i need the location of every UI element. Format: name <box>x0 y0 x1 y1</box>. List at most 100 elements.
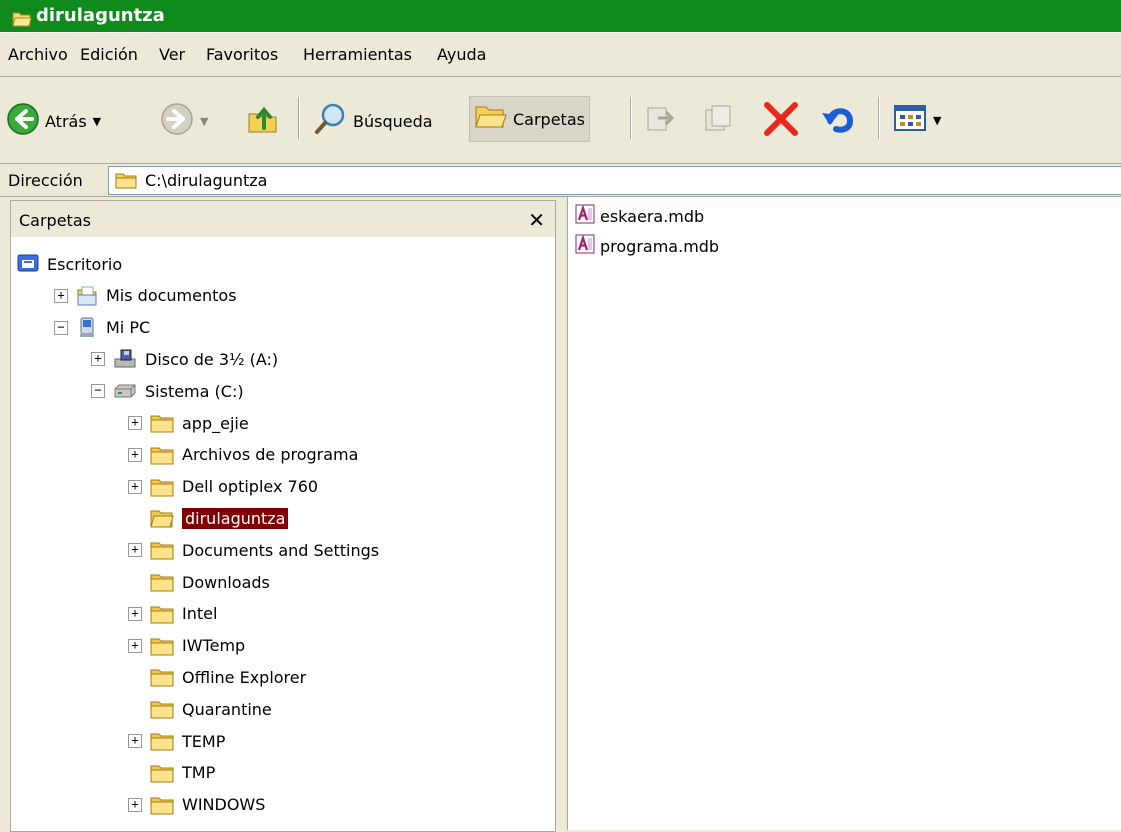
file-item[interactable]: programa.mdb <box>574 233 719 259</box>
folder-icon <box>150 795 174 815</box>
forward-dropdown-arrow-icon[interactable]: ▼ <box>200 115 208 128</box>
back-arrow-icon <box>6 102 40 140</box>
forward-arrow-icon <box>160 102 194 140</box>
file-list-pane: eskaera.mdb programa.mdb <box>567 197 1121 830</box>
pane-splitter[interactable] <box>558 197 566 830</box>
expand-icon[interactable]: + <box>128 416 142 430</box>
tree-item[interactable]: + Documents and Settings <box>128 535 379 565</box>
tree-item[interactable]: + TEMP <box>128 726 225 756</box>
menu-favoritos[interactable]: Favoritos <box>206 45 278 64</box>
menu-ver[interactable]: Ver <box>159 45 185 64</box>
delete-icon <box>762 101 800 141</box>
expand-icon[interactable]: + <box>128 606 142 621</box>
address-label: Dirección <box>8 171 83 190</box>
folder-icon <box>150 699 174 719</box>
tree-item-label: WINDOWS <box>182 795 266 815</box>
access-database-icon <box>574 203 596 229</box>
folders-pane-title: Carpetas <box>19 211 91 230</box>
tree-item-label: Quarantine <box>182 699 272 719</box>
up-folder-icon <box>246 102 280 140</box>
tree-item-label: TMP <box>182 763 216 783</box>
tree-item[interactable]: + Archivos de programa <box>128 440 358 470</box>
collapse-icon[interactable]: − <box>91 384 105 399</box>
undo-button[interactable] <box>820 101 858 141</box>
tree-item[interactable]: + app_ejie <box>128 408 249 438</box>
expand-icon[interactable]: + <box>128 447 142 462</box>
collapse-icon[interactable]: − <box>54 320 68 335</box>
tree-item-label: Sistema (C:) <box>145 381 244 401</box>
folder-icon <box>150 445 174 465</box>
back-button[interactable]: Atrás ▼ <box>6 102 101 140</box>
forward-button[interactable]: ▼ <box>160 102 208 140</box>
tree-item-label: dirulaguntza <box>182 507 289 529</box>
up-folder-button[interactable] <box>246 102 280 140</box>
tree-item[interactable]: TMP <box>128 758 215 788</box>
tree-item[interactable]: + Dell optiplex 760 <box>128 472 318 502</box>
expand-icon[interactable]: + <box>128 543 142 558</box>
expand-icon[interactable]: + <box>91 352 105 367</box>
tree-item[interactable]: dirulaguntza <box>128 503 289 533</box>
floppy-drive-icon <box>113 349 137 369</box>
tree-item-label: Documents and Settings <box>182 540 380 560</box>
toolbar-separator <box>298 97 300 139</box>
move-to-icon <box>644 102 676 138</box>
hard-drive-icon <box>113 383 137 399</box>
tree-item[interactable]: Escritorio <box>17 249 122 279</box>
toolbar-separator <box>878 97 880 139</box>
back-dropdown-arrow-icon[interactable]: ▼ <box>93 115 101 128</box>
menu-ayuda[interactable]: Ayuda <box>437 45 486 64</box>
expand-icon[interactable]: + <box>128 479 142 494</box>
window-title: dirulaguntza <box>36 5 165 26</box>
expand-icon[interactable]: + <box>128 797 142 812</box>
folder-open-icon <box>150 508 174 528</box>
toolbar-separator <box>630 97 632 139</box>
tree-item[interactable]: Offline Explorer <box>128 662 306 692</box>
folder-icon <box>150 540 174 560</box>
folder-icon <box>150 413 174 433</box>
desktop-icon <box>17 254 39 274</box>
expand-icon[interactable]: + <box>128 638 142 653</box>
menu-archivo[interactable]: Archivo <box>8 45 68 64</box>
views-icon <box>893 103 927 137</box>
views-dropdown-arrow-icon[interactable]: ▼ <box>933 114 941 127</box>
move-to-button[interactable] <box>644 102 676 138</box>
folders-button[interactable]: Carpetas <box>469 96 590 142</box>
tree-item[interactable]: + Disco de 3½ (A:) <box>91 344 278 374</box>
my-documents-icon <box>76 285 98 307</box>
tree-item[interactable]: + Intel <box>128 599 217 629</box>
tree-item[interactable]: − Mi PC <box>54 313 150 343</box>
tree-item-label: Dell optiplex 760 <box>182 477 319 497</box>
tree-item[interactable]: Downloads <box>128 567 270 597</box>
folders-pane: Carpetas ✕ Escritorio + Mis documentos − Mi … <box>10 200 556 832</box>
title-bar: dirulaguntza <box>0 0 1121 32</box>
views-button[interactable]: ▼ <box>893 103 941 137</box>
folder-icon <box>150 604 174 624</box>
tree-item[interactable]: + WINDOWS <box>128 790 265 820</box>
tree-item[interactable]: − Sistema (C:) <box>91 376 244 406</box>
folder-icon <box>150 477 174 497</box>
tree-item[interactable]: + IWTemp <box>128 631 245 661</box>
folder-icon <box>150 667 174 687</box>
tree-item-label: Mis documentos <box>106 286 237 306</box>
access-database-icon <box>574 233 596 259</box>
folders-label: Carpetas <box>513 109 585 129</box>
delete-button[interactable] <box>762 101 800 141</box>
copy-to-icon <box>702 102 734 138</box>
address-input[interactable]: C:\dirulaguntza <box>108 166 1121 195</box>
search-button[interactable]: Búsqueda <box>314 102 433 140</box>
tree-item[interactable]: + Mis documentos <box>54 281 237 311</box>
expand-icon[interactable]: + <box>54 288 68 303</box>
expand-icon[interactable]: + <box>128 734 142 748</box>
folder-icon <box>150 763 174 783</box>
close-icon[interactable]: ✕ <box>528 208 545 232</box>
copy-to-button[interactable] <box>702 102 734 138</box>
menu-herramientas[interactable]: Herramientas <box>303 45 412 64</box>
file-item[interactable]: eskaera.mdb <box>574 203 704 229</box>
my-computer-icon <box>76 317 98 339</box>
menu-edicion[interactable]: Edición <box>80 45 138 64</box>
tree-item[interactable]: Quarantine <box>128 694 272 724</box>
folder-icon <box>150 731 174 751</box>
address-bar: Dirección C:\dirulaguntza <box>0 164 1121 197</box>
tree-item-label: Downloads <box>182 572 270 592</box>
tree-item-label: app_ejie <box>182 413 249 433</box>
